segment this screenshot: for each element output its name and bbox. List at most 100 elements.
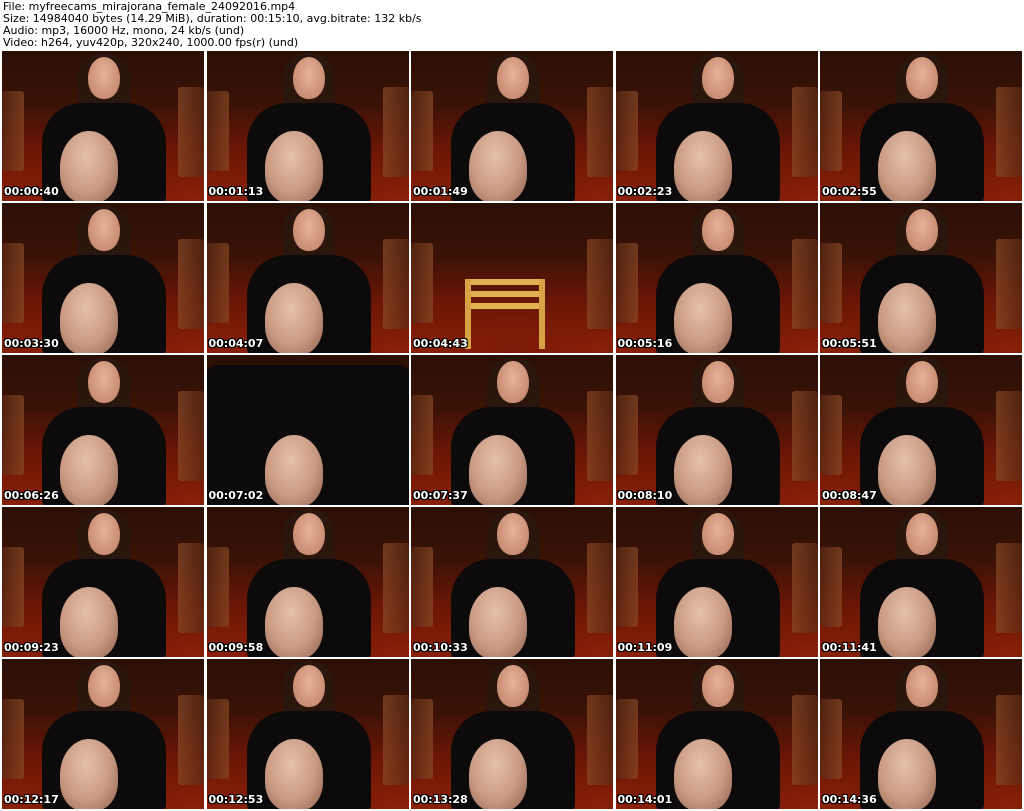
thumbnail-chair-r bbox=[996, 543, 1022, 633]
thumbnail-face bbox=[701, 361, 734, 403]
thumbnail-face bbox=[701, 665, 734, 707]
thumbnail-face bbox=[906, 209, 938, 251]
video-thumbnail[interactable]: 00:11:09 bbox=[615, 507, 818, 657]
thumbnail-knee bbox=[878, 283, 936, 353]
chair-rail bbox=[465, 291, 545, 297]
thumbnail-face bbox=[906, 665, 938, 707]
thumbnail-knee bbox=[60, 739, 118, 809]
thumbnail-timestamp: 00:00:40 bbox=[4, 185, 59, 198]
thumbnail-timestamp: 00:08:47 bbox=[822, 489, 877, 502]
video-thumbnail[interactable]: 00:12:53 bbox=[206, 659, 409, 809]
thumbnail-chair-r bbox=[382, 87, 409, 177]
thumbnail-knee bbox=[60, 283, 118, 353]
thumbnail-timestamp: 00:09:23 bbox=[4, 641, 59, 654]
video-thumbnail[interactable]: 00:07:02 bbox=[206, 355, 409, 505]
thumbnail-knee bbox=[60, 435, 118, 505]
thumbnail-chair-l bbox=[2, 395, 24, 475]
thumbnail-chair-r bbox=[382, 239, 409, 329]
thumbnail-timestamp: 00:13:28 bbox=[413, 793, 468, 806]
thumbnail-knee bbox=[469, 587, 527, 657]
thumbnail-chair-r bbox=[178, 391, 204, 481]
thumbnail-timestamp: 00:09:58 bbox=[208, 641, 264, 654]
thumbnail-timestamp: 00:04:07 bbox=[208, 337, 264, 350]
thumbnail-face bbox=[88, 209, 120, 251]
thumbnail-chair-l bbox=[411, 91, 433, 171]
video-thumbnail[interactable]: 00:04:43 bbox=[411, 203, 613, 353]
thumbnail-timestamp: 00:07:37 bbox=[413, 489, 468, 502]
video-thumbnail[interactable]: 00:09:23 bbox=[2, 507, 204, 657]
thumbnail-chair-l bbox=[615, 243, 638, 323]
video-thumbnail[interactable]: 00:08:47 bbox=[820, 355, 1022, 505]
thumbnail-face bbox=[906, 57, 938, 99]
thumbnail-timestamp: 00:06:26 bbox=[4, 489, 59, 502]
thumbnail-knee bbox=[673, 435, 732, 505]
thumbnail-chair-r bbox=[382, 695, 409, 785]
thumbnail-timestamp: 00:01:13 bbox=[208, 185, 264, 198]
thumbnail-chair-l bbox=[206, 547, 229, 627]
thumbnail-chair-r bbox=[178, 239, 204, 329]
thumbnail-face bbox=[292, 209, 325, 251]
thumbnail-chair-l bbox=[820, 699, 842, 779]
video-thumbnail[interactable]: 00:04:07 bbox=[206, 203, 409, 353]
thumbnail-knee bbox=[878, 739, 936, 809]
thumbnail-timestamp: 00:12:53 bbox=[208, 793, 264, 806]
thumbnail-timestamp: 00:03:30 bbox=[4, 337, 59, 350]
video-thumbnail[interactable]: 00:10:33 bbox=[411, 507, 613, 657]
thumbnail-chair-l bbox=[2, 547, 24, 627]
video-thumbnail[interactable]: 00:02:55 bbox=[820, 51, 1022, 201]
thumbnail-face bbox=[701, 57, 734, 99]
video-thumbnail[interactable]: 00:14:01 bbox=[615, 659, 818, 809]
thumbnail-chair-l bbox=[820, 547, 842, 627]
video-thumbnail[interactable]: 00:06:26 bbox=[2, 355, 204, 505]
chair-leg bbox=[539, 279, 545, 349]
video-thumbnail[interactable]: 00:08:10 bbox=[615, 355, 818, 505]
thumbnail-chair-l bbox=[2, 91, 24, 171]
thumbnail-chair-l bbox=[206, 699, 229, 779]
thumbnail-timestamp: 00:10:33 bbox=[413, 641, 468, 654]
video-thumbnail[interactable]: 00:01:49 bbox=[411, 51, 613, 201]
thumbnail-timestamp: 00:14:01 bbox=[617, 793, 673, 806]
thumbnail-timestamp: 00:05:51 bbox=[822, 337, 877, 350]
video-thumbnail[interactable]: 00:14:36 bbox=[820, 659, 1022, 809]
thumbnail-chair-l bbox=[615, 547, 638, 627]
thumbnail-grid: 00:00:40 00:01:13 00:01:49 00:02:23 00:02:55… bbox=[2, 51, 1022, 809]
thumbnail-knee bbox=[878, 131, 936, 201]
thumbnail-face bbox=[88, 361, 120, 403]
thumbnail-chair-r bbox=[996, 695, 1022, 785]
thumbnail-chair-r bbox=[791, 87, 818, 177]
thumbnail-chair-r bbox=[178, 543, 204, 633]
thumbnail-knee bbox=[264, 435, 323, 505]
thumbnail-face bbox=[88, 57, 120, 99]
thumbnail-timestamp: 00:04:43 bbox=[413, 337, 468, 350]
thumbnail-knee bbox=[60, 131, 118, 201]
thumbnail-knee bbox=[264, 739, 323, 809]
thumbnail-timestamp: 00:02:23 bbox=[617, 185, 673, 198]
chair-rail bbox=[465, 303, 545, 309]
thumbnail-face bbox=[701, 513, 734, 555]
video-thumbnail[interactable]: 00:05:16 bbox=[615, 203, 818, 353]
video-thumbnail[interactable]: 00:05:51 bbox=[820, 203, 1022, 353]
video-thumbnail[interactable]: 00:02:23 bbox=[615, 51, 818, 201]
thumbnail-chair-r bbox=[791, 695, 818, 785]
thumbnail-knee bbox=[469, 131, 527, 201]
thumbnail-chair-r bbox=[996, 87, 1022, 177]
thumbnail-chair-l bbox=[411, 395, 433, 475]
thumbnail-chair-r bbox=[587, 87, 613, 177]
video-thumbnail[interactable]: 00:12:17 bbox=[2, 659, 204, 809]
thumbnail-chair-l bbox=[2, 243, 24, 323]
thumbnail-knee bbox=[673, 131, 732, 201]
thumbnail-chair-l bbox=[411, 699, 433, 779]
thumbnail-chair-r bbox=[996, 391, 1022, 481]
chair-rail bbox=[465, 279, 545, 285]
thumbnail-chair-l bbox=[411, 243, 433, 323]
video-thumbnail[interactable]: 00:11:41 bbox=[820, 507, 1022, 657]
video-thumbnail[interactable]: 00:13:28 bbox=[411, 659, 613, 809]
video-thumbnail[interactable]: 00:03:30 bbox=[2, 203, 204, 353]
video-thumbnail[interactable]: 00:09:58 bbox=[206, 507, 409, 657]
thumbnail-face bbox=[497, 513, 529, 555]
thumbnail-chair-l bbox=[820, 243, 842, 323]
thumbnail-face bbox=[88, 665, 120, 707]
video-thumbnail[interactable]: 00:00:40 bbox=[2, 51, 204, 201]
video-thumbnail[interactable]: 00:07:37 bbox=[411, 355, 613, 505]
video-thumbnail[interactable]: 00:01:13 bbox=[206, 51, 409, 201]
